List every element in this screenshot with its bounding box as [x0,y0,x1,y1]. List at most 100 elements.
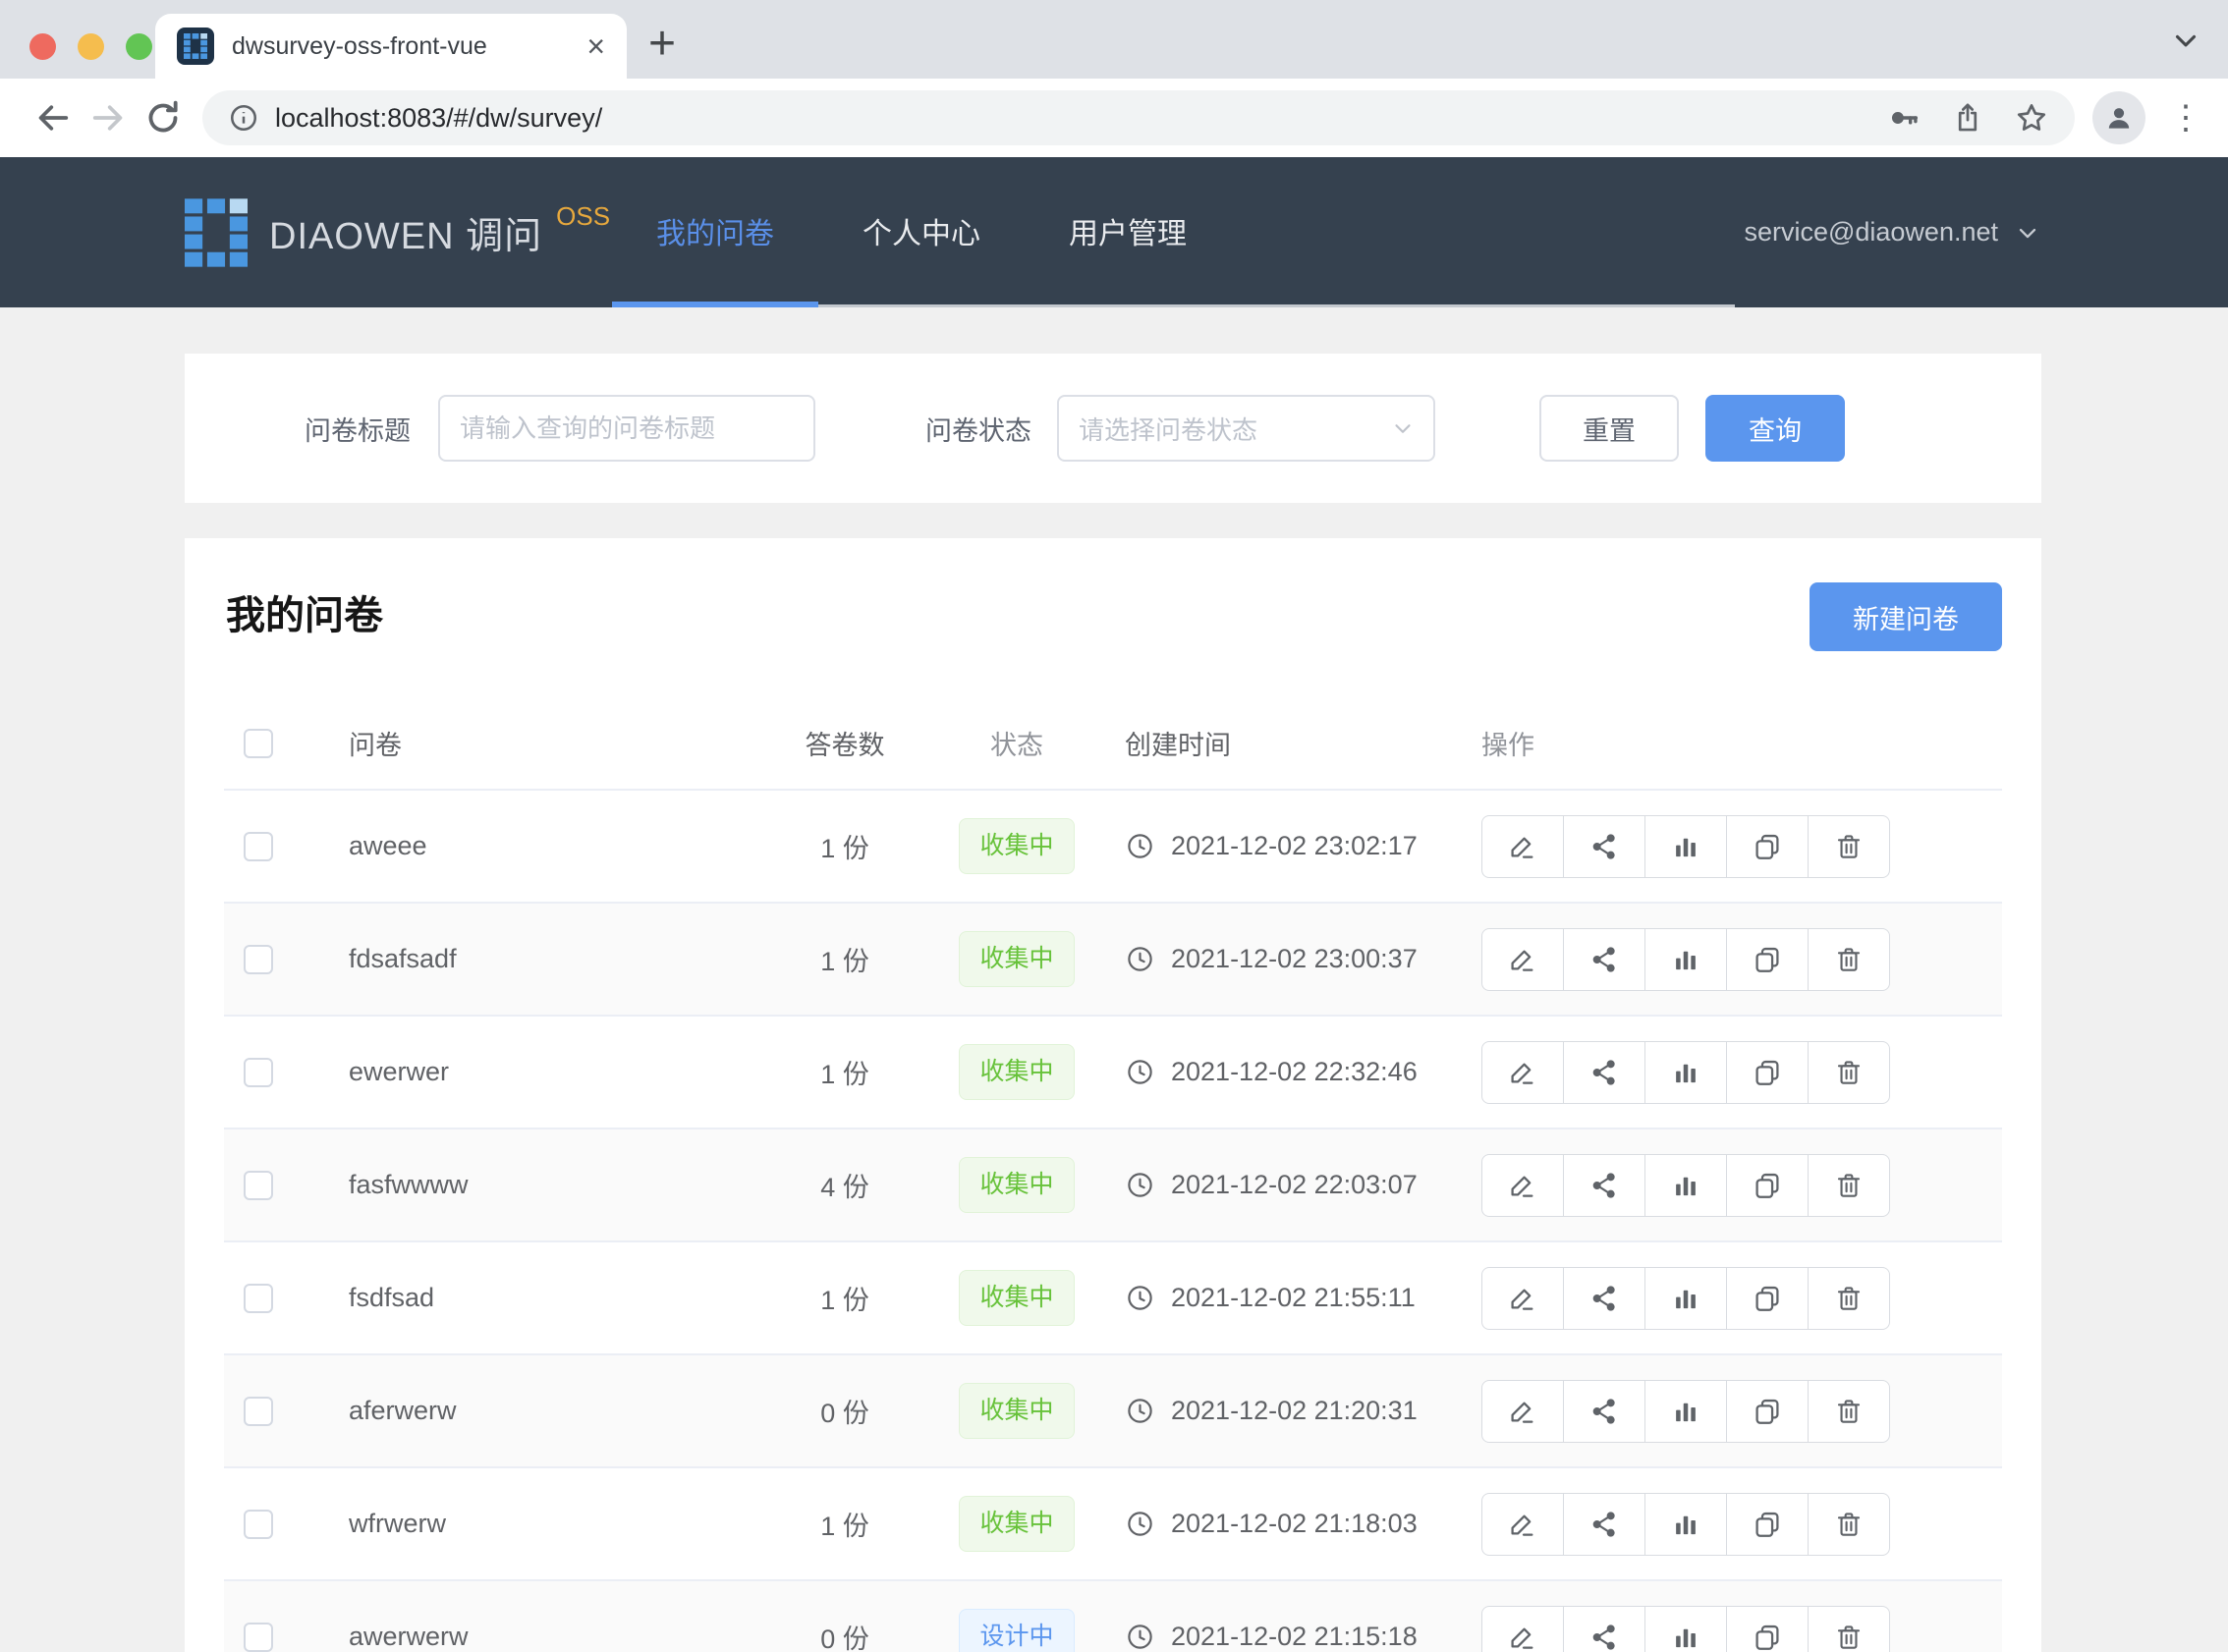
answer-count: 1 份 [776,1505,914,1543]
copy-button[interactable] [1726,1267,1809,1330]
row-checkbox[interactable] [244,1510,273,1539]
reset-button[interactable]: 重置 [1539,395,1679,462]
bar-chart-icon [1670,1283,1701,1314]
tab-close-icon[interactable]: × [586,30,605,62]
browser-tab[interactable]: dwsurvey-oss-front-vue × [155,14,627,79]
stats-button[interactable] [1644,928,1727,991]
row-actions [1481,928,1890,991]
edit-button[interactable] [1481,1041,1564,1104]
row-checkbox[interactable] [244,1284,273,1313]
share-button[interactable] [1563,1154,1645,1217]
browser-menu-icon[interactable]: ⋮ [2169,98,2202,138]
copy-button[interactable] [1726,1154,1809,1217]
edit-button[interactable] [1481,928,1564,991]
status-badge: 收集中 [959,1044,1074,1100]
table-header-row: 问卷 答卷数 状态 创建时间 操作 [224,697,2002,791]
row-checkbox[interactable] [244,945,273,974]
copy-icon [1752,1170,1783,1201]
url-text[interactable]: localhost:8083/#/dw/survey/ [275,103,1888,134]
copy-button[interactable] [1726,1606,1809,1652]
table-row: wfrwerw 1 份 收集中 2021-12-02 21:18:03 [224,1468,2002,1581]
copy-button[interactable] [1726,1041,1809,1104]
copy-button[interactable] [1726,928,1809,991]
trash-icon [1833,831,1865,862]
select-all-checkbox[interactable] [244,729,273,758]
stats-button[interactable] [1644,1267,1727,1330]
reload-icon[interactable] [136,90,191,145]
row-checkbox[interactable] [244,1623,273,1652]
survey-status-select[interactable]: 请选择问卷状态 [1057,395,1435,462]
survey-title-label: 问卷标题 [305,410,411,448]
bookmark-star-icon[interactable] [2014,100,2049,136]
table-row: awerwerw 0 份 设计中 2021-12-02 21:15:18 [224,1581,2002,1652]
delete-button[interactable] [1808,1380,1890,1443]
brand-oss-badge: OSS [556,201,610,232]
forward-icon[interactable] [81,90,136,145]
edit-button[interactable] [1481,1154,1564,1217]
window-zoom-button[interactable] [126,33,152,60]
delete-button[interactable] [1808,1267,1890,1330]
new-tab-button[interactable]: + [648,12,676,77]
delete-button[interactable] [1808,1493,1890,1556]
clock-icon [1125,1057,1155,1087]
stats-button[interactable] [1644,1493,1727,1556]
share-button[interactable] [1563,1041,1645,1104]
delete-button[interactable] [1808,1606,1890,1652]
stats-button[interactable] [1644,815,1727,878]
delete-button[interactable] [1808,928,1890,991]
url-bar[interactable]: localhost:8083/#/dw/survey/ [202,90,2075,145]
password-key-icon[interactable] [1888,101,1922,135]
created-time: 2021-12-02 21:18:03 [1171,1509,1418,1539]
survey-name: fdsafsadf [334,944,776,974]
edit-button[interactable] [1481,1493,1564,1556]
stats-button[interactable] [1644,1606,1727,1652]
delete-button[interactable] [1808,1154,1890,1217]
browser-profile-avatar[interactable] [2092,91,2145,144]
share-page-icon[interactable] [1951,101,1984,135]
edit-button[interactable] [1481,815,1564,878]
tab-list-chevron-icon[interactable] [2169,24,2202,57]
share-button[interactable] [1563,1267,1645,1330]
status-badge: 收集中 [959,1270,1074,1326]
create-survey-button[interactable]: 新建问卷 [1810,582,2002,651]
row-checkbox[interactable] [244,1397,273,1426]
query-button[interactable]: 查询 [1705,395,1845,462]
share-button[interactable] [1563,1493,1645,1556]
site-info-icon[interactable] [228,102,259,134]
share-icon [1588,831,1620,862]
row-actions [1481,1041,1890,1104]
stats-button[interactable] [1644,1380,1727,1443]
share-button[interactable] [1563,815,1645,878]
delete-button[interactable] [1808,1041,1890,1104]
survey-name: aweee [334,831,776,861]
copy-button[interactable] [1726,1380,1809,1443]
back-icon[interactable] [26,90,81,145]
share-button[interactable] [1563,1606,1645,1652]
pencil-icon [1507,831,1538,862]
window-minimize-button[interactable] [78,33,104,60]
copy-button[interactable] [1726,1493,1809,1556]
survey-name: ewerwer [334,1057,776,1087]
copy-icon [1752,944,1783,975]
row-checkbox[interactable] [244,832,273,861]
account-dropdown[interactable]: service@diaowen.net [1744,157,2041,307]
window-close-button[interactable] [29,33,56,60]
edit-button[interactable] [1481,1606,1564,1652]
survey-title-input[interactable] [438,395,815,462]
edit-button[interactable] [1481,1267,1564,1330]
share-button[interactable] [1563,928,1645,991]
menu-item-my-surveys[interactable]: 我的问卷 [612,157,818,304]
row-checkbox[interactable] [244,1058,273,1087]
share-button[interactable] [1563,1380,1645,1443]
menu-item-user-management[interactable]: 用户管理 [1025,157,1231,304]
row-actions [1481,1493,1890,1556]
copy-button[interactable] [1726,815,1809,878]
delete-button[interactable] [1808,815,1890,878]
trash-icon [1833,1283,1865,1314]
brand[interactable]: DIAOWEN 调问 OSS [185,157,610,307]
edit-button[interactable] [1481,1380,1564,1443]
row-checkbox[interactable] [244,1171,273,1200]
stats-button[interactable] [1644,1154,1727,1217]
menu-item-personal-center[interactable]: 个人中心 [818,157,1025,304]
stats-button[interactable] [1644,1041,1727,1104]
